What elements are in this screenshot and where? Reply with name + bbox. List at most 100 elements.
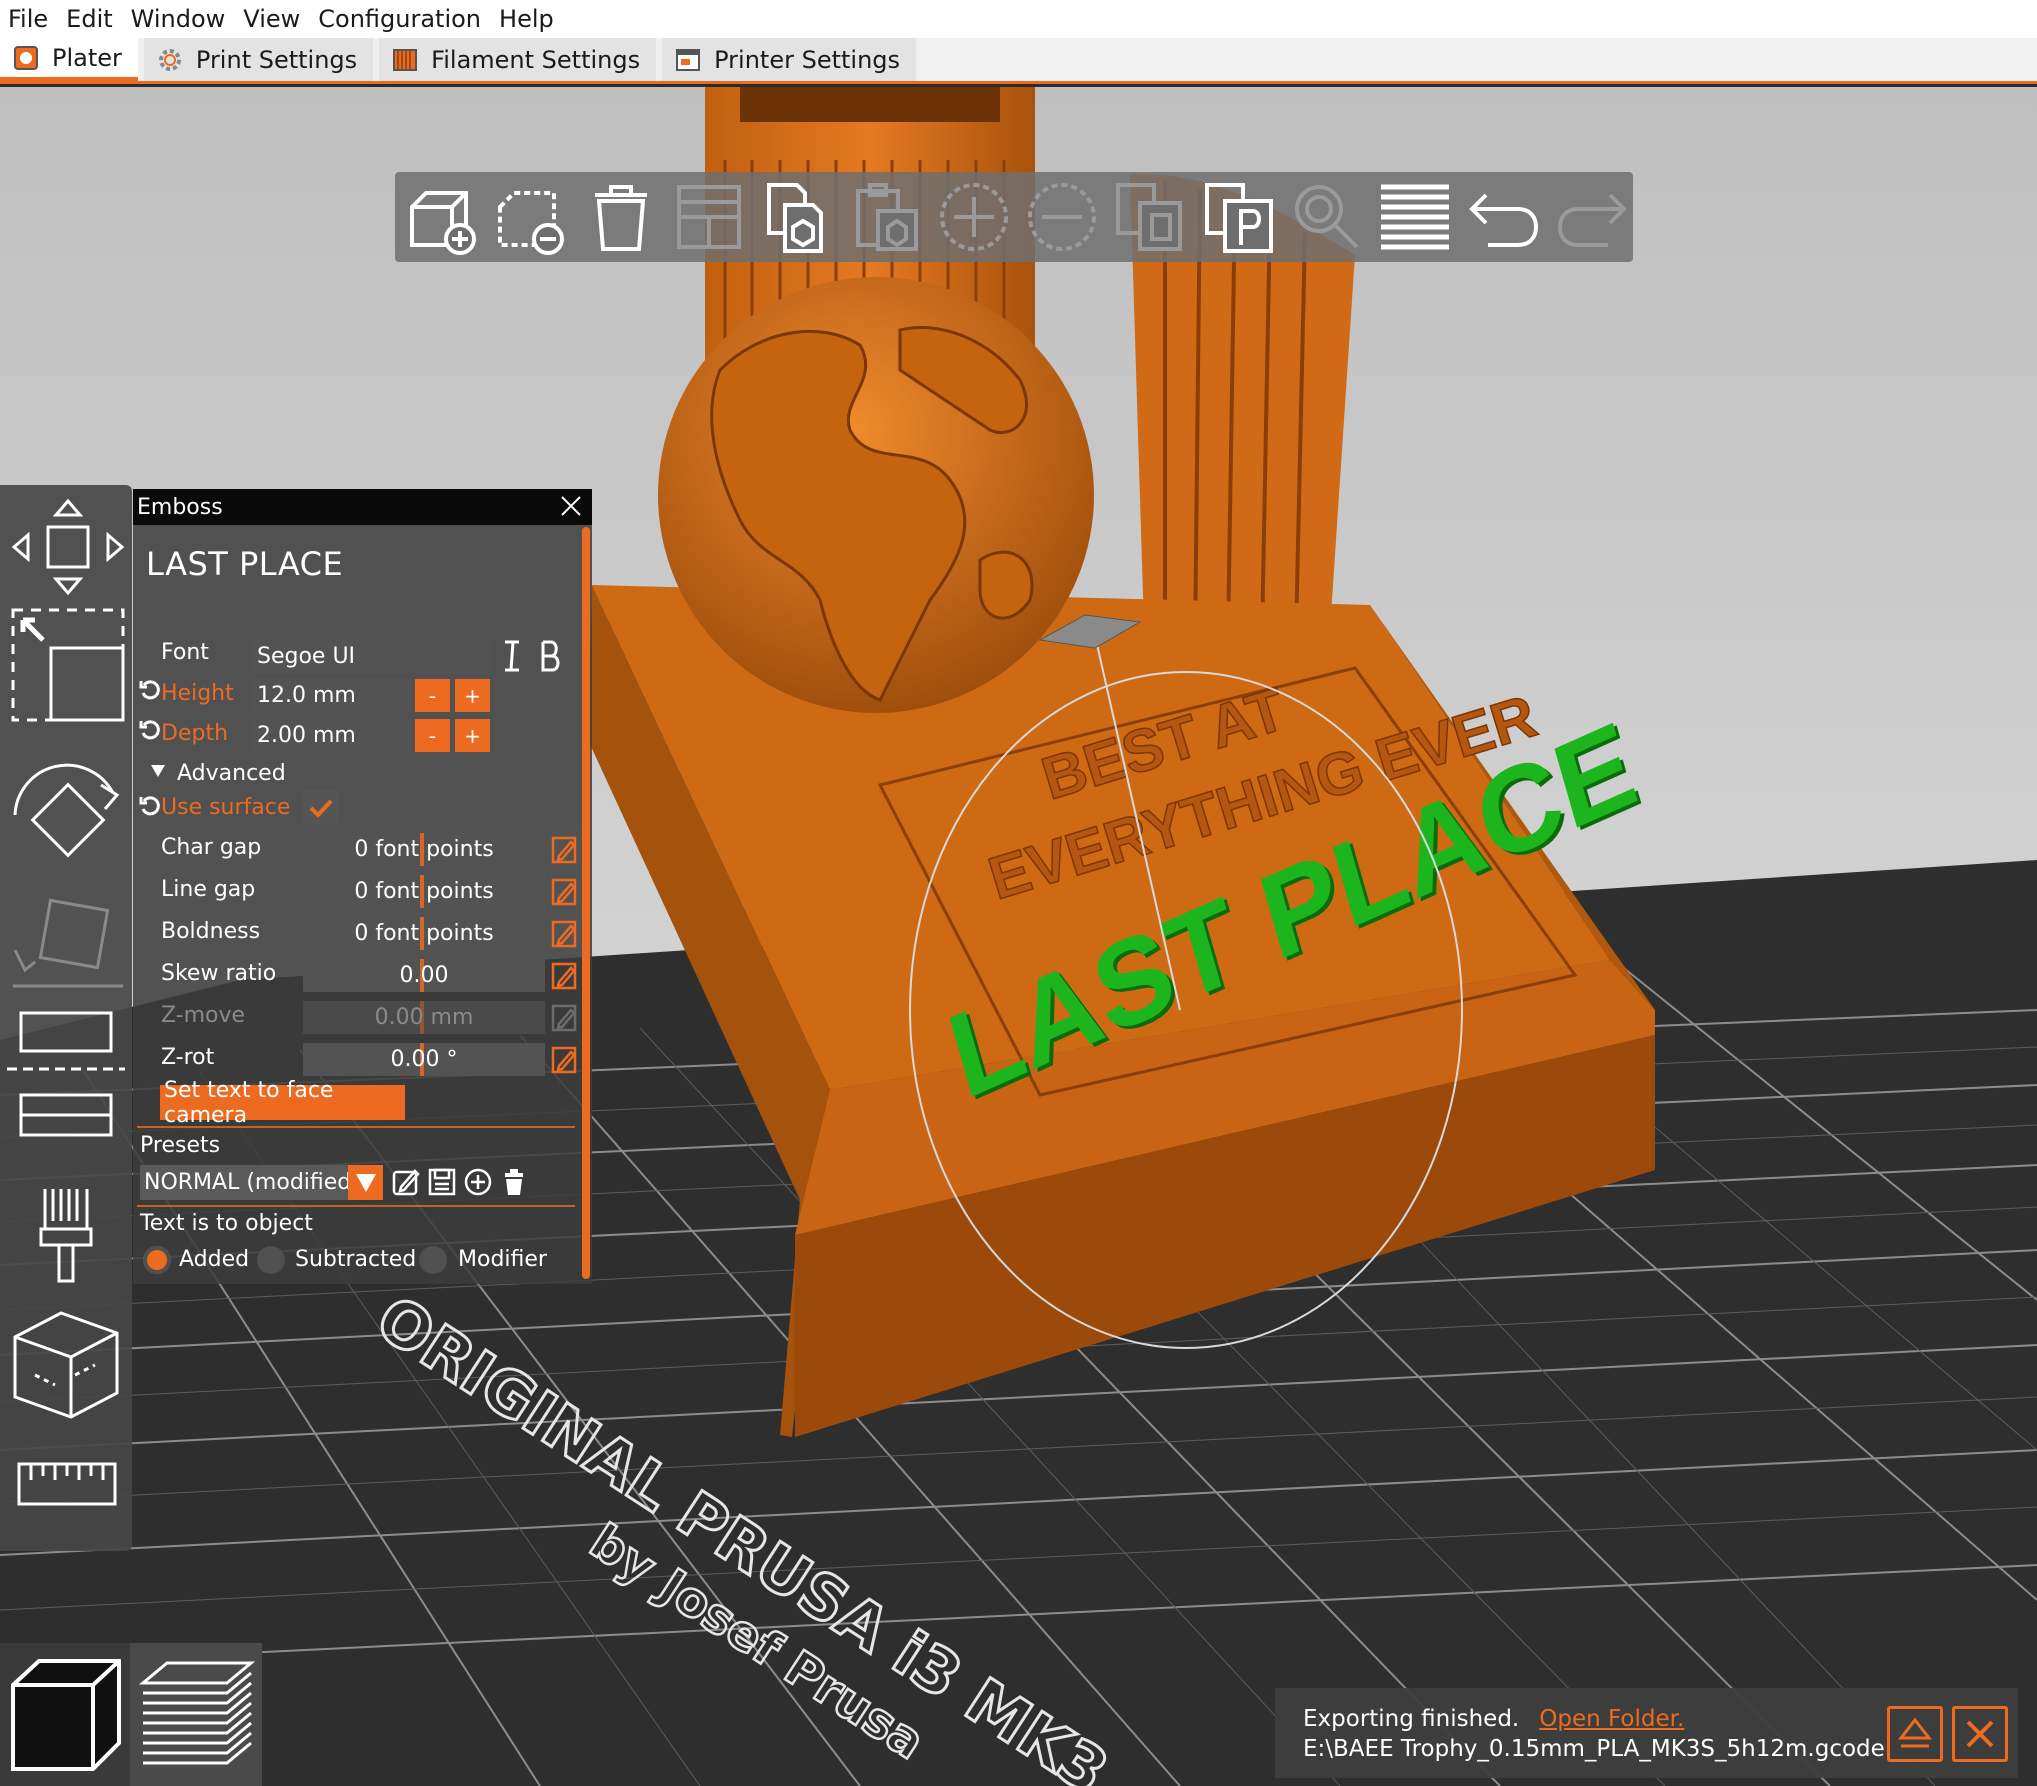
seam-tool-button[interactable]	[0, 1085, 132, 1165]
line-gap-value: 0 font points	[354, 879, 494, 904]
delete-button[interactable]	[491, 174, 573, 260]
split-objects-button[interactable]	[1109, 174, 1191, 260]
add-instance-button[interactable]	[933, 174, 1015, 260]
scale-tool-button[interactable]	[0, 600, 132, 725]
copy-button[interactable]	[756, 174, 838, 260]
view-mode-switch	[0, 1643, 262, 1786]
text-to-object-label: Text is to object	[140, 1211, 313, 1236]
tab-print-settings[interactable]: Print Settings	[143, 38, 374, 81]
preset-dropdown-button[interactable]	[348, 1165, 383, 1200]
minus-circle-icon	[1028, 183, 1097, 251]
edit-pencil-icon[interactable]	[551, 918, 577, 948]
add-button[interactable]	[403, 174, 485, 260]
advanced-toggle[interactable]: Advanced	[177, 761, 286, 786]
arrange-button[interactable]	[668, 174, 750, 260]
cut-tool-button[interactable]	[0, 1003, 132, 1088]
skew-ratio-value: 0.00	[399, 963, 449, 988]
delete-all-button[interactable]	[580, 174, 662, 260]
tab-filament-settings[interactable]: Filament Settings	[379, 38, 657, 81]
paint-tool-button[interactable]	[0, 1185, 132, 1285]
reset-height-icon[interactable]	[139, 679, 161, 701]
reset-depth-icon[interactable]	[139, 719, 161, 741]
move-tool-button[interactable]	[0, 497, 132, 597]
plus-circle-icon[interactable]	[463, 1167, 493, 1197]
font-select[interactable]: Segoe UI	[251, 640, 491, 673]
z-move-label: Z-move	[161, 1003, 246, 1028]
copy-icon	[767, 183, 824, 253]
menu-edit[interactable]: Edit	[64, 5, 128, 33]
measure-tool-button[interactable]	[0, 1450, 132, 1520]
subtracted-radio[interactable]	[257, 1246, 285, 1274]
emboss-text-input[interactable]: LAST PLACE	[140, 531, 572, 636]
remove-instance-button[interactable]	[1021, 174, 1103, 260]
z-rot-slider[interactable]: 0.00 °	[303, 1043, 545, 1076]
cube-wireframe-icon	[13, 1311, 119, 1419]
edit-pencil-icon[interactable]	[551, 1044, 577, 1074]
use-surface-checkbox[interactable]	[303, 791, 339, 825]
close-icon[interactable]	[558, 493, 584, 519]
edit-pencil-icon[interactable]	[551, 834, 577, 864]
redo-icon	[1557, 193, 1627, 247]
chevron-down-icon	[355, 1173, 376, 1192]
simplify-tool-button[interactable]	[0, 1305, 132, 1425]
reset-use-surface-icon[interactable]	[139, 795, 161, 817]
depth-input[interactable]: 2.00 mm	[251, 719, 411, 752]
tab-printer-settings[interactable]: Printer Settings	[662, 38, 917, 81]
height-decrease-button[interactable]: -	[415, 679, 450, 712]
3d-view-button[interactable]	[0, 1643, 130, 1786]
3d-viewport[interactable]: ORIGINAL PRUSA i3 MK3 by Josef Prusa BES…	[0, 87, 2037, 1786]
tab-label: Plater	[52, 43, 122, 72]
split-parts-button[interactable]	[1198, 174, 1280, 260]
layers-stack-icon	[138, 1661, 256, 1764]
top-toolbar	[395, 172, 1633, 262]
eject-button[interactable]	[1887, 1706, 1943, 1762]
search-button[interactable]	[1286, 174, 1368, 260]
menu-window[interactable]: Window	[129, 5, 242, 33]
height-increase-button[interactable]: +	[455, 679, 490, 712]
gear-icon	[158, 48, 181, 71]
undo-button[interactable]	[1462, 174, 1544, 260]
modifier-radio[interactable]	[419, 1246, 447, 1274]
italic-icon[interactable]	[501, 639, 523, 673]
bold-icon[interactable]	[539, 639, 561, 673]
open-folder-link[interactable]: Open Folder.	[1539, 1706, 1684, 1732]
depth-decrease-button[interactable]: -	[415, 719, 450, 752]
menu-help[interactable]: Help	[497, 5, 570, 33]
depth-increase-button[interactable]: +	[455, 719, 490, 752]
place-on-face-button[interactable]	[0, 890, 132, 995]
preset-select[interactable]: NORMAL (modified)	[140, 1165, 350, 1200]
tab-label: Filament Settings	[431, 45, 641, 74]
face-camera-button[interactable]: Set text to face camera	[160, 1078, 405, 1128]
layers-editing-button[interactable]	[1374, 174, 1456, 260]
tab-bar: Plater Print Settings Filament Settings …	[0, 38, 2037, 84]
tab-label: Printer Settings	[714, 45, 901, 74]
char-gap-slider[interactable]: 0 font points	[303, 833, 545, 866]
edit-pencil-icon[interactable]	[551, 1002, 577, 1032]
emboss-title-bar[interactable]: Emboss	[133, 489, 592, 525]
height-input[interactable]: 12.0 mm	[251, 679, 411, 712]
save-icon[interactable]	[427, 1167, 457, 1197]
tab-plater[interactable]: Plater	[0, 38, 138, 81]
rename-preset-icon[interactable]	[391, 1167, 421, 1197]
close-notification-button[interactable]	[1952, 1706, 2008, 1762]
paste-button[interactable]	[844, 174, 926, 260]
menu-view[interactable]: View	[241, 5, 316, 33]
edit-pencil-icon[interactable]	[551, 960, 577, 990]
rotate-tool-button[interactable]	[0, 755, 132, 875]
boldness-slider[interactable]: 0 font points	[303, 917, 545, 950]
preview-button[interactable]	[132, 1643, 262, 1786]
trash-icon[interactable]	[499, 1167, 529, 1197]
menu-file[interactable]: File	[6, 5, 64, 33]
added-label: Added	[179, 1247, 250, 1272]
menu-configuration[interactable]: Configuration	[316, 5, 497, 33]
edit-pencil-icon[interactable]	[551, 876, 577, 906]
redo-button[interactable]	[1551, 174, 1633, 260]
added-radio[interactable]	[143, 1246, 171, 1274]
line-gap-slider[interactable]: 0 font points	[303, 875, 545, 908]
ruler-icon	[17, 1462, 117, 1506]
z-move-slider[interactable]: 0.00 mm	[303, 1001, 545, 1034]
skew-ratio-slider[interactable]: 0.00	[303, 959, 545, 992]
collapse-triangle-icon[interactable]	[151, 765, 165, 777]
panel-scrollbar[interactable]	[582, 527, 590, 1279]
char-gap-label: Char gap	[161, 835, 262, 860]
